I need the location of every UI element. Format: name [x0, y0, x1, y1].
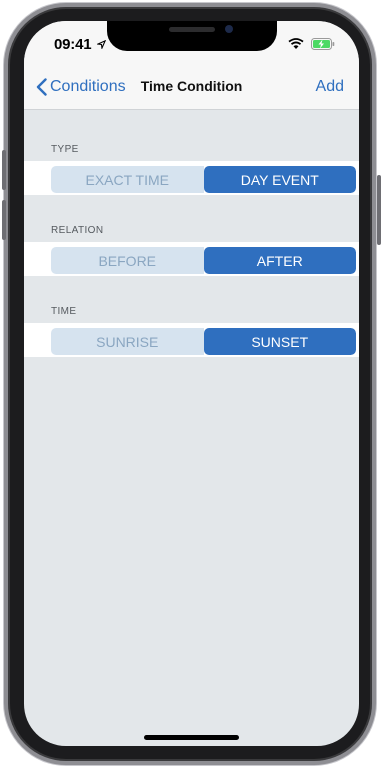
segment-exact-time[interactable]: EXACT TIME	[51, 166, 204, 193]
relation-segmented-control: BEFORE AFTER	[51, 247, 356, 274]
battery-charging-icon	[311, 38, 335, 50]
screen: 09:41 Conditions Time Condition Add TYPE…	[24, 21, 359, 746]
location-arrow-icon	[97, 40, 106, 49]
time-segmented-control: SUNRISE SUNSET	[51, 328, 356, 355]
add-button[interactable]: Add	[316, 78, 344, 96]
segment-before[interactable]: BEFORE	[51, 247, 204, 274]
segment-sunset[interactable]: SUNSET	[203, 328, 356, 355]
volume-button	[2, 150, 6, 190]
segment-day-event[interactable]: DAY EVENT	[203, 166, 356, 193]
type-row: EXACT TIME DAY EVENT	[24, 161, 359, 195]
status-bar: 09:41	[24, 21, 359, 65]
page-title: Time Condition	[140, 78, 243, 94]
status-time: 09:41	[54, 36, 92, 53]
segment-sunrise[interactable]: SUNRISE	[51, 328, 204, 355]
section-header-type: TYPE	[51, 144, 79, 155]
segment-after[interactable]: AFTER	[203, 247, 356, 274]
type-segmented-control: EXACT TIME DAY EVENT	[51, 166, 356, 193]
relation-row: BEFORE AFTER	[24, 242, 359, 276]
power-button	[377, 175, 381, 245]
volume-button	[2, 200, 6, 240]
time-row: SUNRISE SUNSET	[24, 323, 359, 357]
home-indicator[interactable]	[144, 735, 239, 740]
camera	[225, 25, 233, 33]
notch	[107, 21, 277, 51]
wifi-icon	[288, 38, 304, 49]
speaker	[169, 27, 215, 32]
navigation-bar: Conditions Time Condition Add	[24, 65, 359, 110]
section-header-time: TIME	[51, 306, 77, 317]
section-header-relation: RELATION	[51, 225, 104, 236]
